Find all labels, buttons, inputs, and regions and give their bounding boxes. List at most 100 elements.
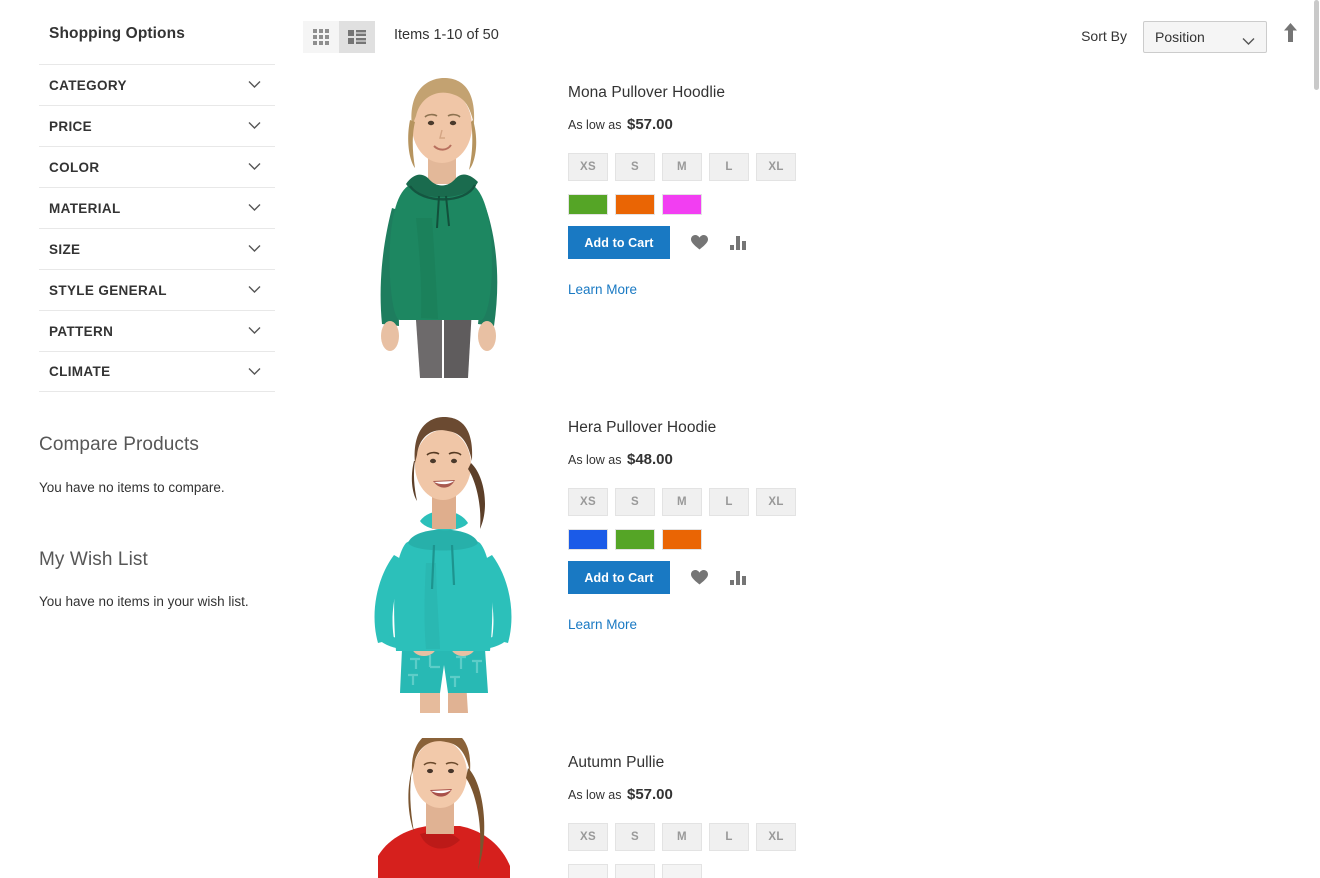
compare-bars-icon [730, 570, 746, 585]
grid-view-icon [313, 29, 329, 45]
sidebar: Shopping Options CATEGORY PRICE COLOR MA… [0, 0, 300, 878]
category-page: Shopping Options CATEGORY PRICE COLOR MA… [0, 0, 1320, 878]
size-swatch-m[interactable]: M [662, 488, 702, 516]
product-list: Mona Pullover Hoodlie As low as $57.00 X… [300, 68, 1320, 878]
as-low-as-label: As low as [568, 118, 622, 132]
add-to-compare-button[interactable] [728, 233, 748, 253]
product-price-row: As low as $48.00 [568, 451, 1028, 468]
product-actions: Add to Cart [568, 561, 1028, 594]
color-swatch[interactable] [568, 864, 608, 878]
size-swatch-m[interactable]: M [662, 153, 702, 181]
add-to-wishlist-button[interactable] [689, 233, 709, 253]
list-view-button[interactable] [339, 21, 375, 53]
filter-label: COLOR [49, 159, 100, 175]
filter-item-size[interactable]: SIZE [39, 228, 275, 269]
chevron-down-icon [248, 162, 261, 171]
product-name-link[interactable]: Autumn Pullie [568, 754, 1028, 772]
color-swatch[interactable] [662, 864, 702, 878]
color-swatch-group [568, 194, 1028, 215]
filter-label: STYLE GENERAL [49, 282, 167, 298]
color-swatch-group [568, 864, 1028, 878]
color-swatch[interactable] [568, 194, 608, 215]
filter-label: MATERIAL [49, 200, 121, 216]
filter-item-material[interactable]: MATERIAL [39, 187, 275, 228]
color-swatch[interactable] [615, 529, 655, 550]
grid-view-button[interactable] [303, 21, 339, 53]
page-scrollbar[interactable] [1314, 0, 1320, 878]
chevron-down-icon [1242, 33, 1255, 45]
product-list-item: Hera Pullover Hoodie As low as $48.00 XS… [300, 403, 1320, 738]
product-details: Autumn Pullie As low as $57.00 XS S M L … [568, 754, 1028, 878]
size-swatch-s[interactable]: S [615, 153, 655, 181]
product-price: $48.00 [626, 451, 673, 468]
product-image-hera-pullover-hoodie[interactable] [320, 403, 565, 713]
filter-item-climate[interactable]: CLIMATE [39, 351, 275, 392]
color-swatch[interactable] [662, 194, 702, 215]
products-toolbar: Items 1-10 of 50 Sort By Position [300, 0, 1320, 64]
size-swatch-xs[interactable]: XS [568, 488, 608, 516]
filter-item-style-general[interactable]: STYLE GENERAL [39, 269, 275, 310]
filter-label: PATTERN [49, 323, 114, 339]
color-swatch[interactable] [568, 529, 608, 550]
chevron-down-icon [248, 80, 261, 89]
product-image-mona-pullover-hoodlie[interactable] [320, 68, 565, 378]
add-to-compare-button[interactable] [728, 568, 748, 588]
filter-item-color[interactable]: COLOR [39, 146, 275, 187]
product-list-item: Mona Pullover Hoodlie As low as $57.00 X… [300, 68, 1320, 403]
product-list-item: Autumn Pullie As low as $57.00 XS S M L … [300, 738, 1320, 878]
wish-list-title: My Wish List [39, 549, 148, 570]
product-name-link[interactable]: Mona Pullover Hoodlie [568, 84, 1028, 102]
filter-label: SIZE [49, 241, 81, 257]
chevron-down-icon [248, 244, 261, 253]
size-swatch-l[interactable]: L [709, 153, 749, 181]
view-mode-toggle [303, 21, 375, 53]
filter-label: CLIMATE [49, 364, 111, 379]
sidebar-title: Shopping Options [49, 25, 185, 42]
add-to-wishlist-button[interactable] [689, 568, 709, 588]
learn-more-link[interactable]: Learn More [568, 282, 637, 297]
sort-by-select[interactable]: Position [1143, 21, 1267, 53]
compare-products-title: Compare Products [39, 434, 200, 455]
size-swatch-group: XS S M L XL [568, 153, 1028, 181]
product-price-row: As low as $57.00 [568, 116, 1028, 133]
scrollbar-thumb[interactable] [1314, 0, 1319, 90]
color-swatch[interactable] [615, 194, 655, 215]
product-price-row: As low as $57.00 [568, 786, 1028, 803]
size-swatch-l[interactable]: L [709, 823, 749, 851]
sort-direction-button[interactable] [1281, 23, 1299, 46]
product-price: $57.00 [626, 116, 673, 133]
size-swatch-s[interactable]: S [615, 823, 655, 851]
chevron-down-icon [248, 121, 261, 130]
sort-by-label: Sort By [1081, 28, 1127, 44]
chevron-down-icon [248, 367, 261, 376]
learn-more-link[interactable]: Learn More [568, 617, 637, 632]
size-swatch-xs[interactable]: XS [568, 823, 608, 851]
size-swatch-xl[interactable]: XL [756, 488, 796, 516]
heart-icon [690, 570, 708, 585]
size-swatch-l[interactable]: L [709, 488, 749, 516]
filter-item-price[interactable]: PRICE [39, 105, 275, 146]
compare-bars-icon [730, 235, 746, 250]
filter-item-pattern[interactable]: PATTERN [39, 310, 275, 351]
filter-label: CATEGORY [49, 77, 127, 93]
add-to-cart-button[interactable]: Add to Cart [568, 226, 670, 259]
size-swatch-group: XS S M L XL [568, 488, 1028, 516]
add-to-cart-button[interactable]: Add to Cart [568, 561, 670, 594]
color-swatch[interactable] [662, 529, 702, 550]
filter-item-category[interactable]: CATEGORY [39, 64, 275, 105]
size-swatch-group: XS S M L XL [568, 823, 1028, 851]
as-low-as-label: As low as [568, 453, 622, 467]
product-details: Mona Pullover Hoodlie As low as $57.00 X… [568, 84, 1028, 299]
compare-products-empty-text: You have no items to compare. [39, 480, 225, 495]
size-swatch-xl[interactable]: XL [756, 153, 796, 181]
product-image-autumn-pullie[interactable] [320, 738, 565, 878]
filter-list: CATEGORY PRICE COLOR MATERIAL SIZE STYLE… [39, 64, 275, 392]
size-swatch-xs[interactable]: XS [568, 153, 608, 181]
chevron-down-icon [248, 326, 261, 335]
size-swatch-xl[interactable]: XL [756, 823, 796, 851]
color-swatch[interactable] [615, 864, 655, 878]
chevron-down-icon [248, 203, 261, 212]
size-swatch-s[interactable]: S [615, 488, 655, 516]
product-name-link[interactable]: Hera Pullover Hoodie [568, 419, 1028, 437]
size-swatch-m[interactable]: M [662, 823, 702, 851]
